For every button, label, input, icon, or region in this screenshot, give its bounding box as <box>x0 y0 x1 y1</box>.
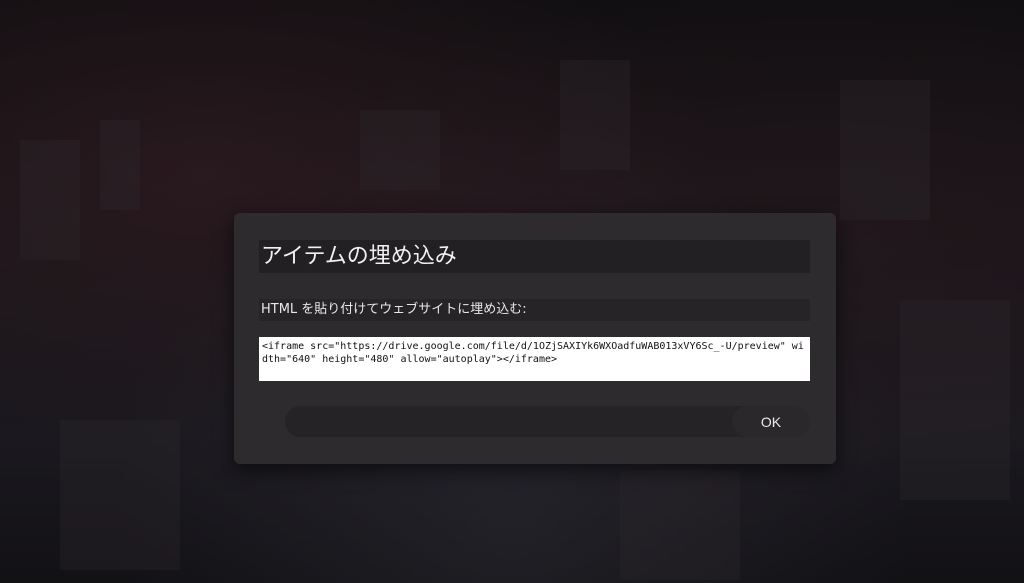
embed-instruction-label: HTML を貼り付けてウェブサイトに埋め込む: <box>259 299 810 321</box>
ok-button[interactable]: OK <box>732 406 810 437</box>
embed-item-dialog: アイテムの埋め込み HTML を貼り付けてウェブサイトに埋め込む: <ifram… <box>234 213 836 464</box>
dialog-footer-bar <box>285 406 785 437</box>
dialog-title: アイテムの埋め込み <box>259 240 810 273</box>
embed-code-field[interactable]: <iframe src="https://drive.google.com/fi… <box>259 337 810 381</box>
